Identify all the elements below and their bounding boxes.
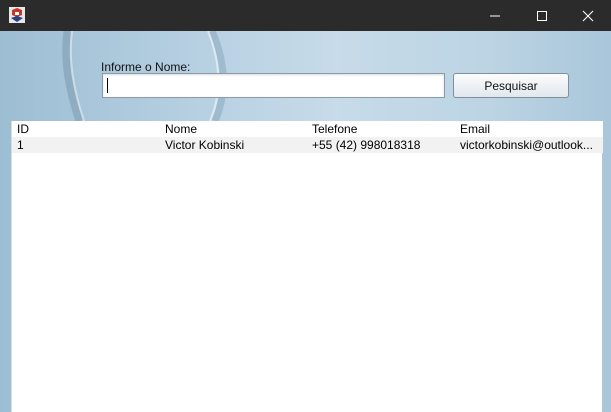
close-icon [582,10,594,21]
minimize-button[interactable] [472,0,518,31]
column-header-telefone[interactable]: Telefone [312,122,457,136]
table-row[interactable]: 1 Victor Kobinski +55 (42) 998018318 vic… [12,137,603,153]
cell-telefone: +55 (42) 998018318 [312,138,421,152]
search-button[interactable]: Pesquisar [453,73,569,98]
cell-nome: Victor Kobinski [165,138,245,152]
cell-email: victorkobinski@outlook... [460,138,593,152]
minimize-icon [490,15,500,16]
results-table: ID Nome Telefone Email 1 Victor Kobinski… [11,121,603,412]
column-header-nome[interactable]: Nome [165,122,310,136]
column-header-email[interactable]: Email [460,122,600,136]
maximize-icon [537,10,547,21]
search-input[interactable] [102,73,445,98]
close-button[interactable] [565,0,611,31]
cell-id: 1 [17,138,24,152]
table-header: ID Nome Telefone Email [12,121,603,137]
column-header-id[interactable]: ID [17,122,162,136]
text-cursor [107,78,108,93]
title-bar [0,0,611,31]
java-app-icon[interactable] [9,7,25,23]
search-label: Informe o Nome: [101,60,191,74]
maximize-button[interactable] [519,0,565,31]
